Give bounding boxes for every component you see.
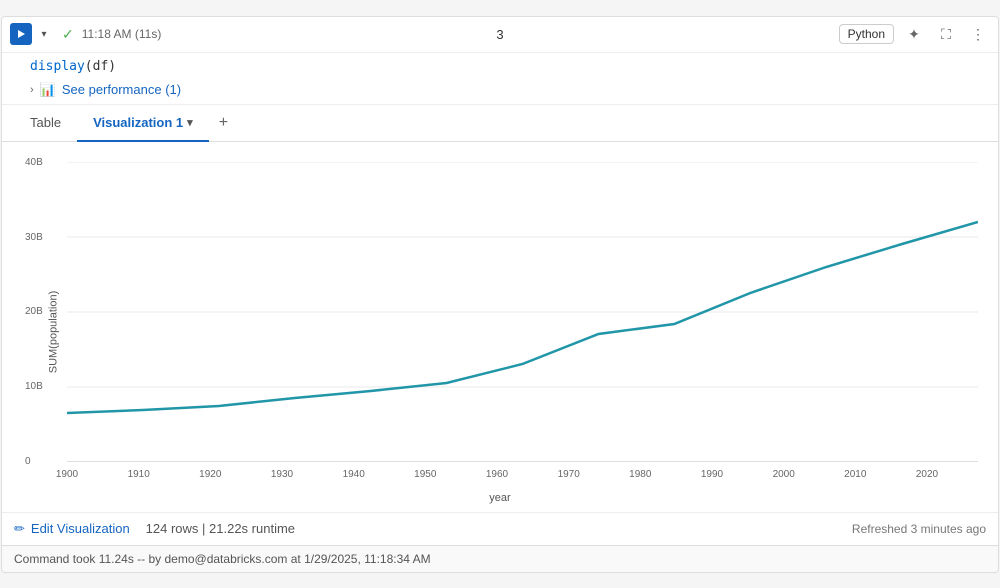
x-tick-2010: 2010 bbox=[844, 469, 866, 480]
x-tick-1980: 1980 bbox=[629, 469, 651, 480]
chart-area: SUM(population) year bbox=[2, 142, 998, 512]
y-tick-40b: 40B bbox=[25, 157, 43, 168]
code-function: display bbox=[30, 59, 85, 74]
cell-timestamp: 11:18 AM (11s) bbox=[82, 27, 162, 41]
y-tick-20b: 20B bbox=[25, 306, 43, 317]
x-tick-1920: 1920 bbox=[199, 469, 221, 480]
command-text: Command took 11.24s -- by demo@databrick… bbox=[14, 552, 431, 566]
toolbar-right: Python ✦ ⛶ ⋮ bbox=[839, 22, 990, 46]
see-performance-link[interactable]: See performance (1) bbox=[62, 82, 181, 97]
tabs-bar: Table Visualization 1 ▾ + bbox=[2, 105, 998, 142]
tab-dropdown-arrow[interactable]: ▾ bbox=[187, 116, 193, 129]
stats-text: 124 rows | 21.22s runtime bbox=[146, 521, 295, 536]
edit-visualization-button[interactable]: ✏ Edit Visualization bbox=[14, 521, 130, 537]
expand-icon[interactable]: ⛶ bbox=[934, 22, 958, 46]
x-tick-2020: 2020 bbox=[916, 469, 938, 480]
x-tick-1970: 1970 bbox=[558, 469, 580, 480]
x-tick-1910: 1910 bbox=[128, 469, 150, 480]
cell-number: 3 bbox=[161, 27, 838, 42]
y-axis-label: SUM(population) bbox=[47, 290, 59, 373]
language-badge[interactable]: Python bbox=[839, 24, 894, 44]
x-tick-1940: 1940 bbox=[343, 469, 365, 480]
chart-svg bbox=[67, 162, 978, 462]
notebook-cell: ▾ ✓ 11:18 AM (11s) 3 Python ✦ ⛶ ⋮ displa… bbox=[1, 16, 999, 573]
more-options-icon[interactable]: ⋮ bbox=[966, 22, 990, 46]
chart-svg-wrapper: 40B 30B 20B 10B 0 1900 1910 1920 1930 19… bbox=[67, 162, 978, 462]
run-controls: ▾ ✓ 11:18 AM (11s) bbox=[10, 23, 161, 45]
y-tick-0: 0 bbox=[25, 456, 31, 467]
add-tab-button[interactable]: + bbox=[209, 107, 238, 139]
x-tick-1930: 1930 bbox=[271, 469, 293, 480]
success-icon: ✓ bbox=[62, 26, 74, 43]
chart-bar-icon: 📊 bbox=[40, 82, 56, 98]
run-button[interactable] bbox=[10, 23, 32, 45]
edit-pencil-icon: ✏ bbox=[14, 521, 25, 537]
run-dropdown-arrow[interactable]: ▾ bbox=[36, 23, 52, 45]
chart-container: SUM(population) year bbox=[2, 152, 998, 512]
x-tick-1900: 1900 bbox=[56, 469, 78, 480]
y-tick-10b: 10B bbox=[25, 381, 43, 392]
cell-toolbar: ▾ ✓ 11:18 AM (11s) 3 Python ✦ ⛶ ⋮ bbox=[2, 17, 998, 53]
code-args: (df) bbox=[85, 59, 116, 74]
refresh-time: Refreshed 3 minutes ago bbox=[852, 522, 986, 536]
x-tick-2000: 2000 bbox=[773, 469, 795, 480]
tab-visualization-1[interactable]: Visualization 1 ▾ bbox=[77, 105, 209, 142]
performance-row: › 📊 See performance (1) bbox=[2, 78, 998, 105]
sparkle-icon[interactable]: ✦ bbox=[902, 22, 926, 46]
x-tick-1960: 1960 bbox=[486, 469, 508, 480]
perf-expand-arrow[interactable]: › bbox=[30, 84, 34, 96]
x-tick-1950: 1950 bbox=[414, 469, 436, 480]
tab-table[interactable]: Table bbox=[14, 105, 77, 142]
x-axis-label: year bbox=[489, 492, 510, 504]
command-bar: Command took 11.24s -- by demo@databrick… bbox=[2, 545, 998, 572]
chart-line bbox=[67, 222, 978, 413]
x-tick-1990: 1990 bbox=[701, 469, 723, 480]
y-tick-30b: 30B bbox=[25, 232, 43, 243]
bottom-bar: ✏ Edit Visualization 124 rows | 21.22s r… bbox=[2, 512, 998, 545]
code-display: display(df) bbox=[2, 53, 998, 78]
